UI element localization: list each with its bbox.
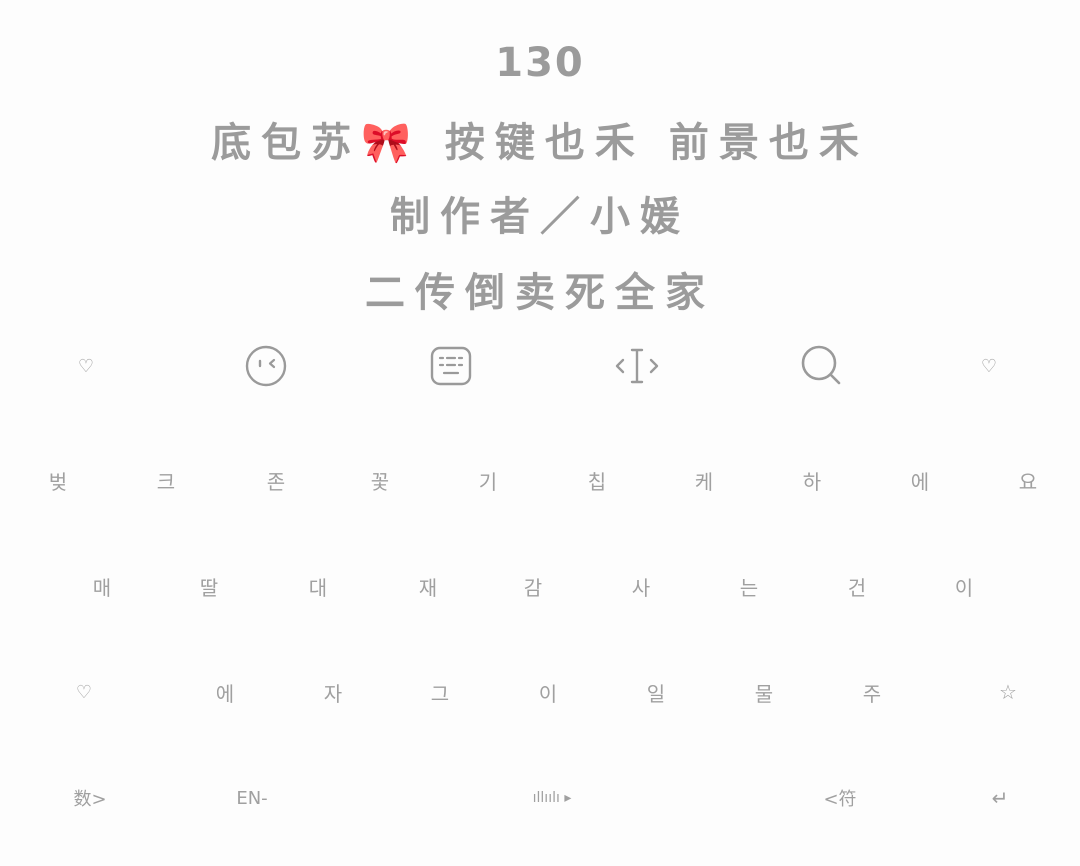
key-row2-2[interactable]: 딸 — [169, 556, 249, 616]
key-row2-8[interactable]: 건 — [817, 556, 897, 616]
keyboard-layout-button[interactable] — [421, 336, 481, 396]
key-row1-7[interactable]: 케 — [664, 450, 744, 510]
key-row3-6[interactable]: 물 — [724, 662, 804, 722]
key-row1-4[interactable]: 꽃 — [340, 450, 420, 510]
heart-key[interactable]: ♡ — [44, 662, 124, 722]
key-row2-7[interactable]: 는 — [709, 556, 789, 616]
key-row3-1[interactable]: 에 — [185, 662, 265, 722]
key-row2-4[interactable]: 재 — [388, 556, 468, 616]
emoji-icon — [245, 345, 287, 387]
search-button[interactable] — [792, 336, 852, 396]
cursor-move-icon — [615, 348, 659, 384]
toolbar-heart-right[interactable]: ♡ — [959, 336, 1019, 396]
star-icon: ☆ — [999, 680, 1017, 704]
heart-icon: ♡ — [75, 681, 93, 703]
header-credits: 底包苏🎀 按键也禾 前景也禾 — [211, 120, 869, 166]
key-row1-1[interactable]: 벚 — [18, 450, 98, 510]
emoji-button[interactable] — [236, 336, 296, 396]
key-row1-5[interactable]: 기 — [448, 450, 528, 510]
key-row1-6[interactable]: 칩 — [557, 450, 637, 510]
key-row3-5[interactable]: 일 — [616, 662, 696, 722]
star-key[interactable]: ☆ — [968, 662, 1048, 722]
heart-icon: ♡ — [77, 355, 95, 377]
key-row1-8[interactable]: 하 — [772, 450, 852, 510]
key-row1-10[interactable]: 요 — [988, 450, 1068, 510]
key-row3-7[interactable]: 주 — [832, 662, 912, 722]
space-label: ıllıılı ▸ — [532, 790, 572, 806]
cursor-move-button[interactable] — [607, 336, 667, 396]
key-row1-9[interactable]: 에 — [880, 450, 960, 510]
heart-icon: ♡ — [980, 355, 998, 377]
key-row2-5[interactable]: 감 — [493, 556, 573, 616]
header-notice: 二传倒卖死全家 — [365, 270, 715, 316]
key-row3-2[interactable]: 자 — [293, 662, 373, 722]
numbers-key[interactable]: 数> — [50, 768, 130, 828]
toolbar-heart-left[interactable]: ♡ — [56, 336, 116, 396]
key-row3-3[interactable]: 그 — [400, 662, 480, 722]
symbols-key[interactable]: <符 — [800, 768, 880, 828]
key-row1-2[interactable]: 크 — [126, 450, 206, 510]
enter-icon: ↵ — [991, 786, 1009, 810]
search-icon — [801, 345, 841, 385]
key-row2-3[interactable]: 대 — [278, 556, 358, 616]
language-key[interactable]: EN- — [212, 768, 292, 828]
header-author: 制作者／小媛 — [390, 194, 690, 240]
enter-key[interactable]: ↵ — [960, 768, 1040, 828]
key-row1-3[interactable]: 존 — [236, 450, 316, 510]
key-row2-6[interactable]: 사 — [601, 556, 681, 616]
key-row3-4[interactable]: 이 — [508, 662, 588, 722]
header-number: 130 — [495, 40, 585, 86]
key-row2-1[interactable]: 매 — [62, 556, 142, 616]
keyboard-layout-icon — [430, 346, 472, 386]
key-row2-9[interactable]: 이 — [924, 556, 1004, 616]
space-key[interactable]: ıllıılı ▸ — [482, 768, 622, 828]
